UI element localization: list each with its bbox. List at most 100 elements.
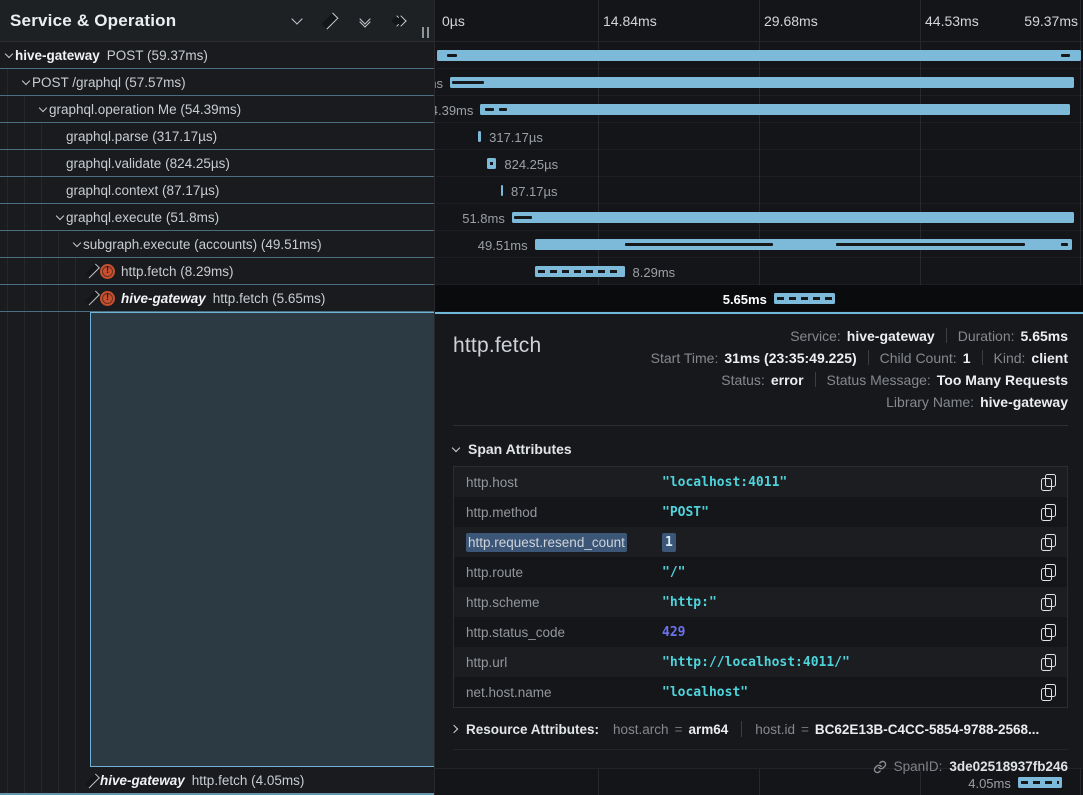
indent-guide [41,312,42,768]
selected-span-expansion[interactable] [90,312,434,767]
duration-label: 49.51ms [478,238,528,253]
copy-icon[interactable] [1041,594,1057,611]
gridline [759,0,760,41]
span-bar[interactable] [1018,777,1062,788]
child-span-notch [485,108,495,111]
timeline-tick: 0µs [442,13,465,29]
meta-value: Too Many Requests [937,372,1068,388]
meta-item: Service:hive-gateway [790,328,935,344]
duration-label: 4.05ms [968,776,1011,791]
indent-guide [24,96,25,122]
tree-row[interactable]: subgraph.execute (accounts) (49.51ms) [0,231,434,258]
copy-icon[interactable] [1041,684,1057,701]
meta-item: Library Name: hive-gateway [886,394,1068,410]
meta-item: Child Count:1 [880,350,971,366]
tree-row[interactable]: graphql.parse (317.17µs) [0,123,434,150]
span-bar[interactable] [480,104,1070,115]
service-operation-panel: Service & Operation hive-gatewayPOST (59… [0,0,435,795]
tree-row[interactable]: POST /graphql (57.57ms) [0,69,434,96]
tree-row[interactable]: hive-gatewayhttp.fetch (4.05ms) [0,768,434,795]
meta-line: Library Name: hive-gateway [651,392,1068,411]
attribute-key: http.url [466,655,662,670]
tree-row[interactable]: graphql.operation Me (54.39ms) [0,96,434,123]
indent-guide [41,231,42,257]
meta-item: Status Message:Too Many Requests [827,372,1068,388]
copy-icon[interactable] [1041,504,1057,521]
link-icon[interactable] [873,760,887,774]
span-bar[interactable] [535,266,625,277]
indent-guide [24,150,25,176]
timeline-row[interactable]: 57.57ms [435,69,1083,96]
tree-rows: hive-gatewayPOST (59.37ms) POST /graphql … [0,42,434,312]
span-attributes-toggle[interactable]: Span Attributes [453,441,1068,457]
copy-icon[interactable] [1041,624,1057,641]
child-span-notch [447,54,457,57]
meta-label: Library Name: [886,394,974,410]
span-bar[interactable] [774,293,835,304]
double-chevron-right-icon[interactable] [392,14,406,28]
expander-right-icon[interactable] [87,778,100,784]
timeline-row[interactable]: 5.65ms [435,285,1083,312]
chevron-down-icon[interactable] [290,14,304,28]
timeline-row[interactable]: 8.29ms [435,258,1083,285]
equals-sign: = [801,722,809,737]
operation-label: subgraph.execute (accounts) (49.51ms) [83,237,322,252]
child-span-notch [1061,54,1071,57]
span-bar[interactable] [450,77,1074,88]
expander-right-icon[interactable] [87,268,100,274]
gridline [920,0,921,41]
tree-row[interactable]: graphql.context (87.17µs) [0,177,434,204]
span-bar[interactable] [501,185,503,196]
span-id-row: SpanID: 3de02518937fb246 [453,759,1068,774]
resource-attributes-row: Resource Attributes: host.arch=arm64host… [453,721,1068,750]
expander-down-icon[interactable] [36,108,49,111]
span-bar[interactable] [437,50,1081,61]
chevron-right-icon[interactable] [324,14,338,28]
timeline-row[interactable]: 824.25µs [435,150,1083,177]
timeline-row[interactable]: 54.39ms [435,96,1083,123]
duration-label: 5.65ms [723,292,767,307]
operation-label: POST /graphql (57.57ms) [32,75,186,90]
operation-label: http.fetch (4.05ms) [192,773,305,788]
panel-resize-handle[interactable] [422,27,429,38]
copy-icon[interactable] [1041,654,1057,671]
span-attributes-title: Span Attributes [468,441,572,457]
indent-guide [24,123,25,149]
timeline-row[interactable]: 317.17µs [435,123,1083,150]
span-bar[interactable] [512,212,1074,223]
expander-down-icon[interactable] [19,81,32,84]
copy-icon[interactable] [1041,474,1057,491]
timeline-row[interactable]: 49.51ms [435,231,1083,258]
indent-guide [7,312,8,768]
double-chevron-down-icon[interactable] [358,14,372,28]
span-bar[interactable] [478,131,481,142]
indent-guide [7,285,8,311]
tree-row[interactable]: !hive-gatewayhttp.fetch (5.65ms) [0,285,434,312]
tree-row[interactable]: graphql.execute (51.8ms) [0,204,434,231]
timeline-row[interactable]: 87.17µs [435,177,1083,204]
copy-icon[interactable] [1041,564,1057,581]
span-bar[interactable] [487,158,496,169]
meta-value: 1 [963,350,971,366]
chevron-down-icon [452,443,460,451]
indent-guide [24,204,25,230]
tree-row[interactable]: !http.fetch (8.29ms) [0,258,434,285]
attribute-key: net.host.name [466,685,662,700]
span-bar[interactable] [535,239,1072,250]
meta-value: hive-gateway [980,394,1068,410]
operation-label: graphql.validate (824.25µs) [66,156,230,171]
tree-row[interactable]: hive-gatewayPOST (59.37ms) [0,42,434,69]
child-span-notch [514,216,532,219]
operation-label: http.fetch (5.65ms) [213,291,326,306]
timeline-row[interactable] [435,42,1083,69]
timeline-row[interactable]: 51.8ms [435,204,1083,231]
expander-down-icon[interactable] [2,54,15,57]
resource-attributes-toggle[interactable]: Resource Attributes: [453,722,613,737]
expander-right-icon[interactable] [87,295,100,301]
span-id-label: SpanID: [894,759,943,774]
indent-guide [24,258,25,284]
expander-down-icon[interactable] [70,243,83,246]
copy-icon[interactable] [1041,534,1057,551]
tree-row[interactable]: graphql.validate (824.25µs) [0,150,434,177]
expander-down-icon[interactable] [53,216,66,219]
